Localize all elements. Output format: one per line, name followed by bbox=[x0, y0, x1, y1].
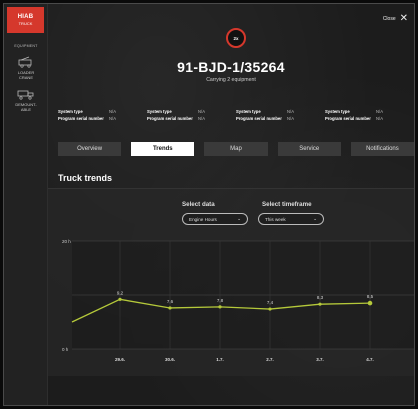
sidebar-item-label: ABLE bbox=[20, 107, 32, 112]
sidebar-item-label: CRANE bbox=[18, 75, 33, 80]
spec-column: System type N/A Program serial number N/A bbox=[147, 108, 236, 122]
tab-map[interactable]: Map bbox=[204, 142, 268, 156]
spec-column: System type N/A Program serial number N/A bbox=[236, 108, 325, 122]
system-type-value: N/A bbox=[109, 109, 116, 114]
data-label: 7,6 bbox=[167, 299, 174, 304]
crane-icon bbox=[18, 56, 32, 68]
data-point bbox=[118, 297, 122, 301]
main-panel: Close ✕ 2x 91-BJD-1/35264 Carrying 2 equ… bbox=[48, 4, 414, 405]
equipment-section-label: EQUIPMENT bbox=[14, 44, 38, 48]
select-data-label: Select data bbox=[182, 201, 215, 208]
brand-logo-sub: TRUCK bbox=[18, 21, 33, 26]
sidebar-item-loader-crane[interactable]: LOADER CRANE bbox=[4, 56, 48, 80]
system-type-label: System type bbox=[58, 109, 83, 114]
section-title: Truck trends bbox=[58, 173, 113, 183]
tab-service[interactable]: Service bbox=[277, 142, 341, 156]
serial-number-value: N/A bbox=[376, 116, 383, 121]
data-point bbox=[218, 305, 222, 309]
specs-row: System type N/A Program serial number N/A … bbox=[58, 108, 414, 122]
data-label: 8,3 bbox=[317, 295, 324, 300]
data-point bbox=[168, 306, 172, 310]
serial-number-label: Program serial number bbox=[325, 116, 371, 121]
select-timeframe-label: Select timeframe bbox=[262, 201, 312, 208]
system-type-label: System type bbox=[236, 109, 261, 114]
x-tick-label: 4.7. bbox=[366, 357, 374, 362]
y-tick-label: 0 h bbox=[62, 347, 69, 352]
tab-overview[interactable]: Overview bbox=[58, 142, 122, 156]
data-point bbox=[367, 300, 373, 306]
serial-number-label: Program serial number bbox=[58, 116, 104, 121]
x-tick-label: 30.6. bbox=[165, 357, 175, 362]
close-label: Close bbox=[382, 16, 396, 22]
serial-number-value: N/A bbox=[109, 116, 116, 121]
close-button[interactable]: Close ✕ bbox=[383, 14, 408, 24]
sidebar: HIAB TRUCK EQUIPMENT LOADER CRANE DEMOUN… bbox=[4, 4, 48, 405]
x-tick-label: 3.7. bbox=[316, 357, 324, 362]
page-title: 91-BJD-1/35264 bbox=[177, 59, 285, 75]
data-label: 8,5 bbox=[367, 294, 374, 299]
serial-number-value: N/A bbox=[287, 116, 294, 121]
sidebar-item-demountable[interactable]: DEMOUNT- ABLE bbox=[4, 88, 48, 112]
x-tick-label: 1.7. bbox=[216, 357, 224, 362]
serial-number-label: Program serial number bbox=[236, 116, 282, 121]
serial-number-value: N/A bbox=[198, 116, 205, 121]
x-tick-label: 2.7. bbox=[266, 357, 274, 362]
brand-logo-text: HIAB bbox=[17, 14, 34, 20]
data-label: 7,8 bbox=[217, 298, 224, 303]
tab-trends[interactable]: Trends bbox=[131, 142, 195, 156]
tab-notifications[interactable]: Notifications bbox=[350, 142, 414, 156]
trends-panel: Select data Select timeframe Engine Hour… bbox=[48, 188, 414, 376]
demountable-icon bbox=[17, 90, 34, 100]
system-type-value: N/A bbox=[287, 109, 294, 114]
app-window: HIAB TRUCK EQUIPMENT LOADER CRANE DEMOUN… bbox=[3, 3, 415, 406]
trends-line-chart: 20 h 0 h 29.6. 30.6. 1.7. 2.7. 3.7. 4.7. 9,2 7,6 7… bbox=[62, 239, 414, 362]
select-timeframe-dropdown[interactable]: This week ⌄ bbox=[258, 213, 324, 225]
badge-text: 2x bbox=[233, 35, 239, 41]
brand-logo[interactable]: HIAB TRUCK bbox=[7, 7, 44, 33]
equipment-count-badge: 2x bbox=[226, 28, 246, 48]
data-point bbox=[268, 307, 272, 311]
y-tick-label: 20 h bbox=[62, 239, 71, 244]
data-label: 9,2 bbox=[117, 290, 124, 295]
chevron-down-icon: ⌄ bbox=[237, 216, 241, 221]
select-data-dropdown[interactable]: Engine Hours ⌄ bbox=[182, 213, 248, 225]
spec-column: System type N/A Program serial number N/A bbox=[58, 108, 147, 122]
tab-bar: Overview Trends Map Service Notification… bbox=[58, 142, 414, 156]
page-subtitle: Carrying 2 equipment bbox=[206, 77, 256, 83]
select-timeframe-value: This week bbox=[265, 216, 286, 222]
system-type-label: System type bbox=[325, 109, 350, 114]
chevron-down-icon: ⌄ bbox=[313, 216, 317, 221]
close-icon: ✕ bbox=[399, 13, 408, 24]
system-type-label: System type bbox=[147, 109, 172, 114]
system-type-value: N/A bbox=[376, 109, 383, 114]
serial-number-label: Program serial number bbox=[147, 116, 193, 121]
system-type-value: N/A bbox=[198, 109, 205, 114]
data-point bbox=[318, 302, 322, 306]
data-label: 7,4 bbox=[267, 300, 274, 305]
select-data-value: Engine Hours bbox=[189, 216, 217, 222]
x-tick-label: 29.6. bbox=[115, 357, 125, 362]
spec-column: System type N/A Program serial number N/A bbox=[325, 108, 414, 122]
